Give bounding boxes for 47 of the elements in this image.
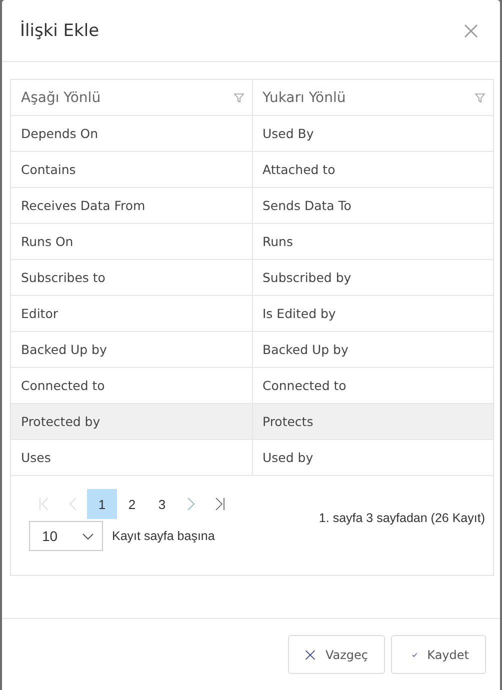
table-row[interactable]: Contains Attached to: [11, 152, 493, 188]
table-cell: Used By: [252, 116, 493, 151]
table-row[interactable]: Receives Data From Sends Data To: [11, 188, 493, 224]
table-cell: Connected to: [252, 368, 493, 403]
table-cell-text: Uses: [20, 449, 52, 467]
table-cell-text: Protected by: [20, 413, 102, 431]
table-cell: Protects: [252, 404, 493, 439]
table-row[interactable]: Subscribes to Subscribed by: [11, 260, 493, 296]
dialog-title: İlişki Ekle: [20, 20, 100, 40]
save-button[interactable]: Kaydet: [391, 635, 486, 674]
table-cell: Used by: [252, 440, 493, 475]
table-cell-text: Backed Up by: [20, 341, 108, 359]
last-page-icon[interactable]: [215, 497, 225, 511]
table-cell-text: Subscribes to: [20, 269, 106, 287]
close-icon: [305, 648, 316, 662]
page-button[interactable]: 2: [117, 489, 147, 519]
page-size-label: Kayıt sayfa başına: [112, 529, 215, 543]
page-button[interactable]: 1: [87, 489, 117, 519]
table-row[interactable]: Uses Used by: [11, 440, 493, 476]
table-cell-text: Receives Data From: [20, 197, 146, 215]
table-row[interactable]: Backed Up by Backed Up by: [11, 332, 493, 368]
column-header[interactable]: Aşağı Yönlü: [11, 80, 252, 115]
table-cell-text: Connected to: [20, 377, 106, 395]
page-size-dropdown[interactable]: 10: [29, 521, 103, 551]
filter-icon[interactable]: [475, 92, 485, 102]
table-cell-text: Depends On: [20, 125, 100, 143]
close-icon[interactable]: [464, 24, 478, 38]
cancel-button[interactable]: Vazgeç: [288, 635, 385, 674]
table-row[interactable]: Depends On Used By: [11, 116, 493, 152]
next-page-icon[interactable]: [187, 497, 195, 511]
page-button[interactable]: 3: [147, 489, 177, 519]
table-cell: Sends Data To: [252, 188, 493, 223]
filter-icon[interactable]: [234, 92, 244, 102]
table-cell-text: Editor: [20, 305, 59, 323]
table-cell-text: Contains: [20, 161, 77, 179]
table-cell: Backed Up by: [252, 332, 493, 367]
table-cell: Runs: [252, 224, 493, 259]
table-cell-text: Runs On: [20, 233, 74, 251]
chevron-down-icon: [82, 532, 94, 540]
page-info: 1. sayfa 3 sayfadan (26 Kayıt): [318, 511, 485, 527]
table-cell: Attached to: [252, 152, 493, 187]
table-cell: Subscribed by: [252, 260, 493, 295]
column-header[interactable]: Yukarı Yönlü: [252, 80, 493, 115]
table-row[interactable]: Protected by Protects: [11, 404, 493, 440]
table-cell: Is Edited by: [252, 296, 493, 331]
table-row[interactable]: Editor Is Edited by: [11, 296, 493, 332]
table-row[interactable]: Runs On Runs: [11, 224, 493, 260]
